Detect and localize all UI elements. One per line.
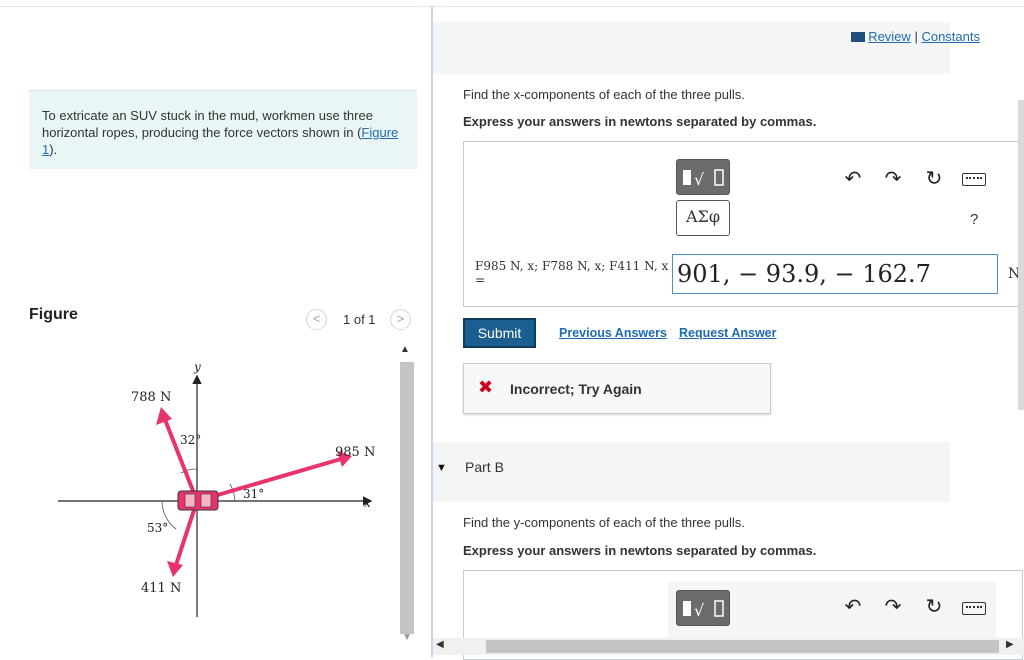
- reset-icon[interactable]: ↻: [922, 167, 946, 191]
- variable-label: F985 N, x; F788 N, x; F411 N, x =: [475, 259, 669, 287]
- scroll-down-arrow[interactable]: ▼: [402, 632, 412, 643]
- force-788-vector: [162, 416, 199, 502]
- problem-intro: To extricate an SUV stuck in the mud, wo…: [29, 90, 417, 169]
- reset-icon-b[interactable]: ↻: [922, 595, 946, 619]
- label-985: 985 N: [335, 445, 375, 460]
- scroll-left-arrow[interactable]: ◀: [436, 639, 444, 650]
- undo-icon-b[interactable]: ↶: [841, 595, 865, 619]
- part-b-title: Part B: [465, 459, 504, 475]
- svg-text:√: √: [694, 170, 705, 189]
- intro-text: To extricate an SUV stuck in the mud, wo…: [42, 108, 373, 140]
- book-icon: [850, 32, 865, 42]
- request-answer-link[interactable]: Request Answer: [679, 326, 776, 340]
- label-angle-31: 31°: [243, 487, 264, 501]
- force-411-vector: [173, 500, 199, 569]
- answer-input[interactable]: 901, − 93.9, − 162.7: [672, 254, 998, 294]
- suv-icon: [177, 490, 219, 511]
- figure-title: Figure: [29, 306, 78, 323]
- keyboard-icon-b[interactable]: [962, 602, 986, 615]
- help-button[interactable]: ?: [970, 211, 978, 228]
- horizontal-scrollbar-thumb[interactable]: [486, 640, 999, 653]
- label-788: 788 N: [131, 390, 171, 405]
- previous-answers-link[interactable]: Previous Answers: [559, 326, 667, 340]
- panel-divider: [431, 6, 433, 657]
- part-b-header[interactable]: [433, 442, 950, 502]
- collapse-arrow-icon[interactable]: ▼: [436, 462, 447, 474]
- scroll-right-arrow[interactable]: ▶: [1006, 639, 1014, 650]
- redo-icon[interactable]: ↷: [881, 167, 905, 191]
- force-411-arrowhead: [167, 561, 183, 577]
- force-diagram: y x 788 N 985 N 411 N 32° 31° 53°: [58, 360, 375, 617]
- top-divider: [0, 6, 1024, 7]
- templates-icon: √: [683, 169, 724, 189]
- greek-symbols-button[interactable]: ΑΣφ: [676, 200, 730, 236]
- submit-button[interactable]: Submit: [463, 318, 536, 348]
- templates-button[interactable]: √: [676, 159, 730, 195]
- keyboard-icon[interactable]: [962, 173, 986, 186]
- chevron-right-icon: >: [396, 311, 405, 326]
- part-a-instruction: Express your answers in newtons separate…: [463, 114, 817, 129]
- undo-icon[interactable]: ↶: [841, 167, 865, 191]
- feedback-text: Incorrect; Try Again: [510, 381, 642, 397]
- label-411: 411 N: [141, 581, 181, 596]
- part-a-question: Find the x-components of each of the thr…: [463, 87, 745, 102]
- figure-scrollbar-thumb[interactable]: [400, 362, 414, 634]
- templates-button-b[interactable]: √: [676, 590, 730, 626]
- header-links: Review | Constants: [850, 29, 980, 44]
- label-angle-32: 32°: [180, 433, 201, 447]
- part-b-instruction: Express your answers in newtons separate…: [463, 543, 817, 558]
- redo-icon-b[interactable]: ↷: [881, 595, 905, 619]
- figure-pager: 1 of 1: [343, 312, 376, 327]
- templates-icon-b: √: [683, 600, 724, 620]
- constants-link[interactable]: Constants: [921, 29, 980, 44]
- review-link[interactable]: Review: [868, 29, 911, 44]
- chevron-left-icon: <: [312, 311, 321, 326]
- feedback-box: ✖ Incorrect; Try Again: [463, 363, 771, 414]
- x-mark-icon: ✖: [478, 377, 494, 397]
- next-figure-button[interactable]: >: [390, 309, 411, 330]
- prev-figure-button[interactable]: <: [306, 309, 327, 330]
- part-b-question: Find the y-components of each of the thr…: [463, 515, 745, 530]
- page-scrollbar-thumb[interactable]: [1018, 100, 1024, 410]
- label-angle-53: 53°: [147, 521, 168, 535]
- force-985-vector: [196, 457, 342, 503]
- svg-text:√: √: [694, 601, 705, 620]
- x-axis-label: x: [364, 496, 371, 510]
- scroll-up-arrow[interactable]: ▲: [400, 344, 410, 355]
- y-axis-label: y: [193, 360, 201, 374]
